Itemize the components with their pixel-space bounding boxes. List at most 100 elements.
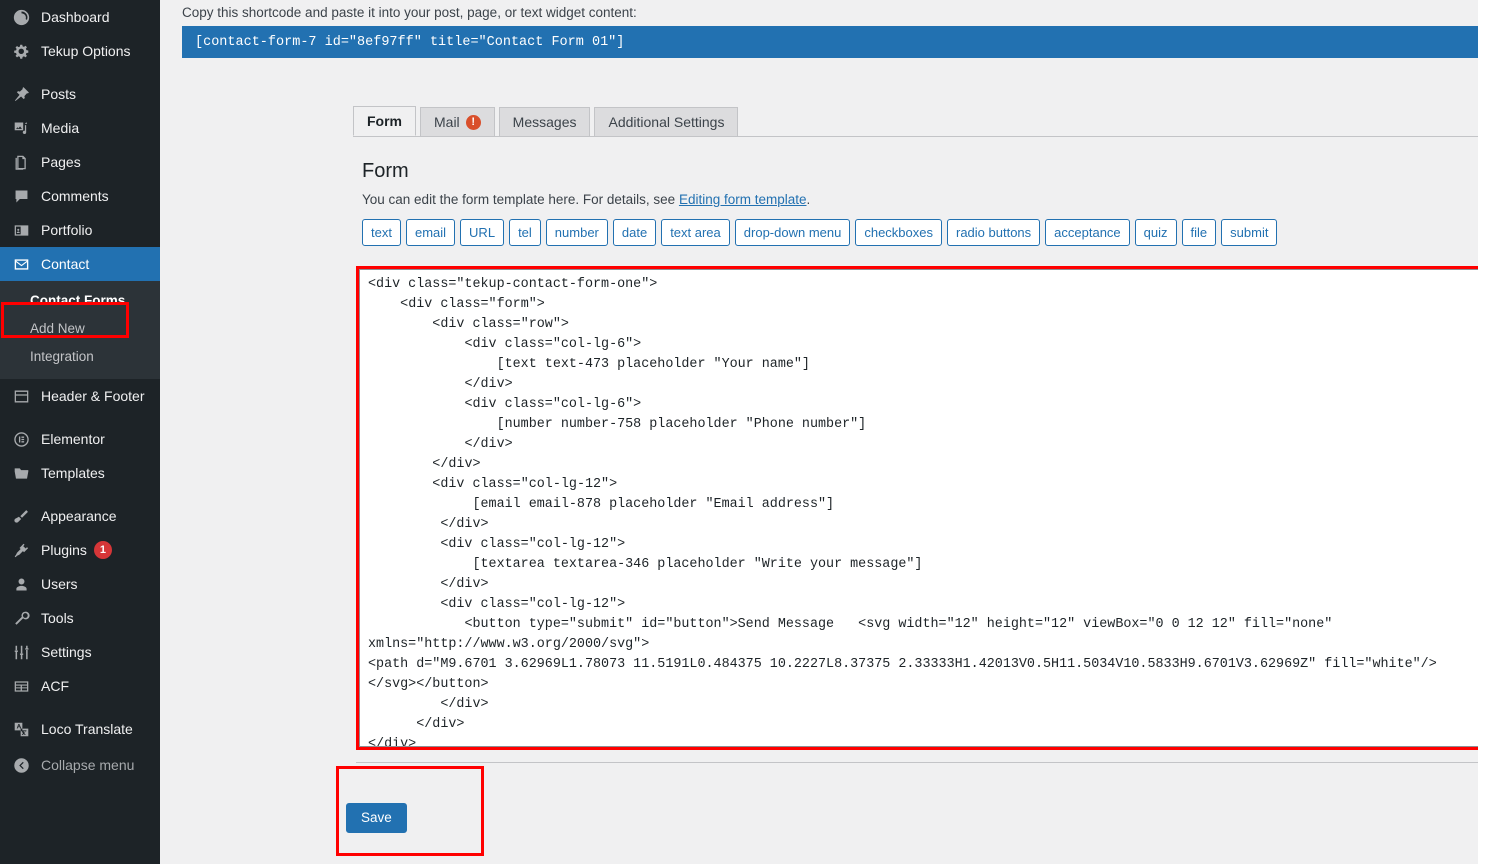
sidebar-item-label: Tekup Options [41,43,131,59]
tag-button-drop-down-menu[interactable]: drop-down menu [734,219,851,246]
comment-icon [10,186,32,206]
shortcode-instruction: Copy this shortcode and paste it into yo… [182,5,637,20]
tab-form[interactable]: Form [353,106,416,136]
editing-form-template-link[interactable]: Editing form template [679,192,807,207]
header-footer-icon [10,386,32,406]
sidebar-item-label: Plugins [41,542,87,558]
tab-additional-settings[interactable]: Additional Settings [594,107,739,136]
sidebar-item-templates[interactable]: Templates [0,456,160,490]
portfolio-icon [10,220,32,240]
sidebar-item-label: Dashboard [41,9,110,25]
tag-button-radio-buttons[interactable]: radio buttons [947,219,1041,246]
dashboard-icon [10,7,32,27]
form-editor-highlight-box: <div class="tekup-contact-form-one"> <di… [356,266,1488,750]
sidebar-item-label: Loco Translate [41,721,133,737]
tag-button-date[interactable]: date [612,219,657,246]
collapse-arrow-icon [10,755,32,775]
tab-messages[interactable]: Messages [498,107,591,136]
right-edge-strip [1478,0,1488,864]
brush-icon [10,506,32,526]
sidebar-item-label: ACF [41,678,69,694]
tab-label: Additional Settings [608,114,725,130]
envelope-icon [10,254,32,274]
shortcode-bar[interactable]: [contact-form-7 id="8ef97ff" title="Cont… [182,26,1478,58]
mail-alert-icon: ! [465,114,481,130]
sidebar-item-label: Contact [41,256,90,272]
wrench-icon [10,608,32,628]
sidebar-group-builder: Elementor Templates [0,422,160,490]
sidebar-separator [0,68,160,77]
folder-icon [10,463,32,483]
sidebar-item-plugins[interactable]: Plugins 1 [0,533,160,567]
tag-button-quiz[interactable]: quiz [1134,219,1177,246]
sidebar-separator [0,490,160,499]
sidebar-item-label: Collapse menu [41,757,135,773]
sidebar-item-elementor[interactable]: Elementor [0,422,160,456]
form-description: You can edit the form template here. For… [362,192,1488,207]
sidebar-item-tekup-options[interactable]: Tekup Options [0,34,160,68]
footer-divider [356,762,1488,763]
main-content: Copy this shortcode and paste it into yo… [160,0,1488,864]
tag-button-email[interactable]: email [405,219,456,246]
translate-icon [10,719,32,739]
tabs-underline [353,136,1488,137]
save-button[interactable]: Save [346,803,407,834]
tag-button-text[interactable]: text [362,219,401,246]
tab-mail[interactable]: Mail ! [420,107,495,136]
acf-grid-icon [10,676,32,696]
tab-label: Mail [434,114,460,130]
tag-button-file[interactable]: file [1181,219,1217,246]
sidebar-subitem-integration[interactable]: Integration [0,343,160,371]
sidebar-item-portfolio[interactable]: Portfolio [0,213,160,247]
tag-button-tel[interactable]: tel [509,219,541,246]
shortcode-value[interactable]: [contact-form-7 id="8ef97ff" title="Cont… [195,35,624,50]
sidebar-item-tools[interactable]: Tools [0,601,160,635]
sidebar-item-header-footer[interactable]: Header & Footer [0,379,160,413]
sidebar-item-label: Users [41,576,78,592]
tab-label: Messages [512,114,577,130]
sliders-icon [10,642,32,662]
sidebar-item-label: Tools [41,610,74,626]
form-panel: Form You can edit the form template here… [362,136,1488,246]
sidebar-item-appearance[interactable]: Appearance [0,499,160,533]
sidebar-item-users[interactable]: Users [0,567,160,601]
tag-button-acceptance[interactable]: acceptance [1045,219,1130,246]
sidebar-item-settings[interactable]: Settings [0,635,160,669]
tag-button-number[interactable]: number [545,219,608,246]
contact-submenu: Contact Forms Add New Integration [0,281,160,379]
admin-sidebar: Dashboard Tekup Options Posts Media Page… [0,0,160,864]
sidebar-subitem-add-new[interactable]: Add New [0,315,160,343]
sidebar-item-label: Appearance [41,508,117,524]
tag-button-checkboxes[interactable]: checkboxes [855,219,942,246]
sidebar-item-label: Portfolio [41,222,93,238]
sidebar-separator [0,703,160,712]
sidebar-item-label: Templates [41,465,105,481]
sidebar-item-dashboard[interactable]: Dashboard [0,0,160,34]
form-template-editor[interactable]: <div class="tekup-contact-form-one"> <di… [359,269,1488,747]
sidebar-item-label: Posts [41,86,77,102]
sidebar-item-acf[interactable]: ACF [0,669,160,703]
tag-button-url[interactable]: URL [460,219,505,246]
sidebar-item-pages[interactable]: Pages [0,145,160,179]
sidebar-item-label: Elementor [41,431,105,447]
form-description-text: You can edit the form template here. For… [362,192,679,207]
tag-button-submit[interactable]: submit [1221,219,1278,246]
form-template-code[interactable]: <div class="tekup-contact-form-one"> <di… [360,270,1488,746]
sidebar-item-loco-translate[interactable]: Loco Translate [0,712,160,746]
sidebar-item-label: Settings [41,644,92,660]
sidebar-subitem-contact-forms[interactable]: Contact Forms [0,287,160,315]
sidebar-item-comments[interactable]: Comments [0,179,160,213]
sidebar-item-contact[interactable]: Contact [0,247,160,281]
sidebar-item-media[interactable]: Media [0,111,160,145]
sidebar-item-label: Header & Footer [41,388,145,404]
plug-icon [10,540,32,560]
settings-tabs: Form Mail ! Messages Additional Settings [353,106,1488,136]
tag-button-text-area[interactable]: text area [661,219,730,246]
plugins-update-badge: 1 [93,541,112,559]
sidebar-item-label: Comments [41,188,109,204]
sidebar-item-posts[interactable]: Posts [0,77,160,111]
page-title: Form [362,160,409,182]
sidebar-separator [0,413,160,422]
user-icon [10,574,32,594]
sidebar-item-collapse-menu[interactable]: Collapse menu [0,748,160,782]
